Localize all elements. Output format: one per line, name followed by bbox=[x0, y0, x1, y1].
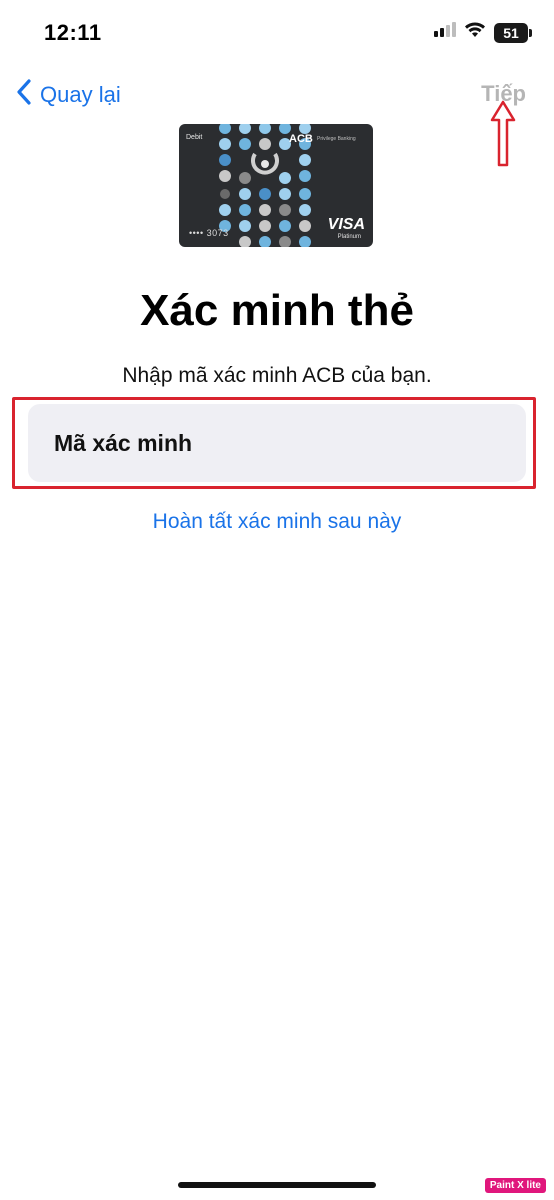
annotation-arrow-icon bbox=[490, 100, 516, 173]
status-time: 12:11 bbox=[44, 20, 102, 45]
home-indicator[interactable] bbox=[178, 1182, 376, 1188]
card-tier: Platinum bbox=[337, 234, 361, 240]
chevron-left-icon bbox=[16, 78, 32, 112]
card-number: •••• 3073 bbox=[189, 228, 229, 238]
card-image: Debit ACB Privilege Banking •••• 3073 VI… bbox=[179, 124, 373, 247]
card-brand-logo: ACB bbox=[289, 133, 313, 145]
status-bar: 12:11 51 bbox=[0, 0, 554, 64]
status-icons: 51 bbox=[434, 22, 532, 43]
watermark-logo: Paint X lite bbox=[484, 1178, 546, 1193]
visa-logo: VISA bbox=[327, 216, 365, 233]
card-type-label: Debit bbox=[186, 134, 203, 141]
signal-icon bbox=[434, 22, 456, 43]
screen: 12:11 51 Quay lại Tiếp Debit ACB Privile… bbox=[0, 0, 554, 1200]
card-brand-sub: Privilege Banking bbox=[317, 136, 356, 142]
back-label: Quay lại bbox=[40, 82, 121, 107]
battery-icon: 51 bbox=[494, 22, 532, 43]
page-title: Xác minh thẻ bbox=[140, 286, 414, 335]
verification-code-input[interactable] bbox=[28, 404, 526, 482]
complete-later-link[interactable]: Hoàn tất xác minh sau này bbox=[0, 510, 554, 534]
page-subtitle: Nhập mã xác minh ACB của bạn. bbox=[122, 364, 432, 387]
wifi-icon bbox=[464, 22, 486, 43]
back-button[interactable]: Quay lại bbox=[16, 78, 121, 112]
